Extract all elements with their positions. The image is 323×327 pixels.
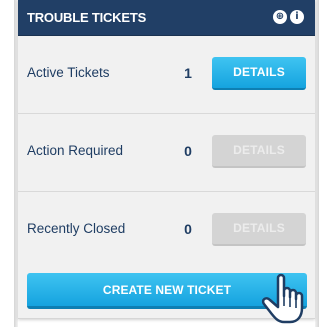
- row-count: 0: [184, 221, 192, 237]
- ticket-row-active: Active Tickets 1 DETAILS: [18, 36, 315, 114]
- row-label: Recently Closed: [27, 221, 126, 236]
- row-count: 0: [184, 143, 192, 159]
- row-label: Active Tickets: [27, 65, 110, 80]
- stage: TROUBLE TICKETS ⊕ i Active Tickets 1 DET…: [0, 0, 323, 327]
- widget-header: TROUBLE TICKETS ⊕ i: [18, 0, 315, 36]
- row-label: Action Required: [27, 143, 124, 158]
- globe-icon[interactable]: ⊕: [273, 10, 287, 24]
- ticket-row-action-required: Action Required 0 DETAILS: [18, 114, 315, 192]
- details-button-action-required[interactable]: DETAILS: [212, 135, 306, 168]
- details-button-active[interactable]: DETAILS: [212, 57, 306, 90]
- hand-pointer-icon: [261, 273, 304, 324]
- row-count: 1: [184, 65, 192, 81]
- ticket-row-recently-closed: Recently Closed 0 DETAILS: [18, 192, 315, 269]
- info-icon[interactable]: i: [290, 10, 304, 24]
- details-button-recently-closed[interactable]: DETAILS: [212, 213, 306, 246]
- widget-title: TROUBLE TICKETS: [27, 10, 147, 25]
